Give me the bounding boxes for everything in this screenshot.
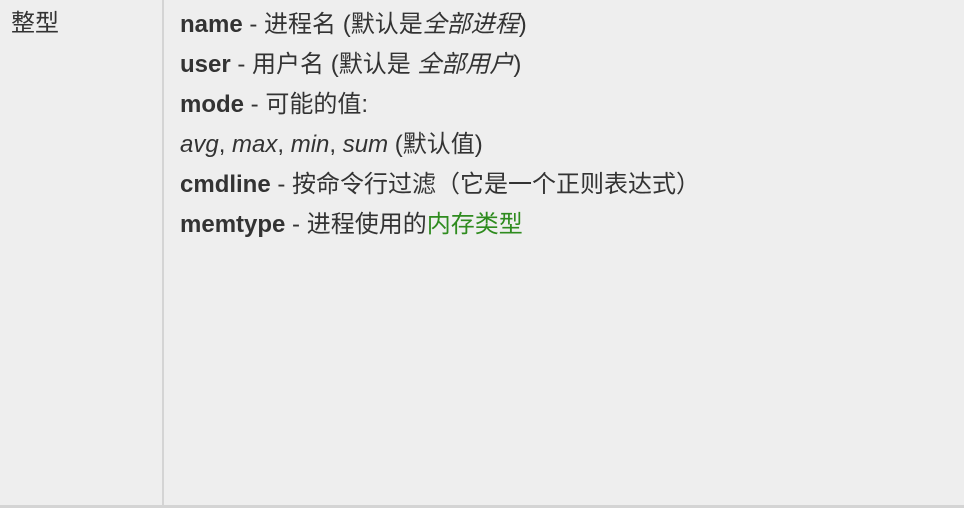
mode-value-sum: sum [342,131,389,158]
param-close-paren: ) [513,51,522,78]
parameters-cell: name - 进程名 (默认是全部进程) user - 用户名 (默认是 全部用… [166,0,964,505]
param-separator: - [230,51,253,78]
mode-value-avg: avg [180,131,219,158]
param-key-cmdline: cmdline [180,171,271,198]
param-cmdline-line: cmdline - 按命令行过滤（它是一个正则表达式） [180,165,700,205]
type-cell: 整型 [0,0,164,505]
param-desc-memtype: 进程使用的 [306,211,427,238]
mode-default-note: (默认值) [388,131,483,158]
param-user-line: user - 用户名 (默认是 全部用户) [180,45,700,85]
param-desc-mode: 可能的值: [265,91,369,118]
parameter-table-row: 整型 name - 进程名 (默认是全部进程) user - 用户名 (默认是 … [0,0,964,508]
param-key-name: name [180,11,243,38]
param-default-user: 全部用户 [417,51,514,78]
param-mode-line: mode - 可能的值: [180,85,700,125]
value-comma: , [277,131,291,158]
memory-type-link[interactable]: 内存类型 [427,211,523,238]
param-key-memtype: memtype [180,211,286,238]
parameter-list: name - 进程名 (默认是全部进程) user - 用户名 (默认是 全部用… [180,5,700,245]
type-label: 整型 [11,10,59,37]
param-close-paren: ) [518,11,527,38]
param-separator: - [244,91,266,118]
value-comma: , [329,131,343,158]
param-key-user: user [180,51,231,78]
param-separator: - [270,171,293,198]
value-comma: , [218,131,233,158]
mode-value-min: min [290,131,330,158]
param-desc-cmdline: 按命令行过滤（它是一个正则表达式） [292,171,701,198]
param-memtype-line: memtype - 进程使用的内存类型 [180,205,700,245]
param-mode-values-line: avg, max, min, sum (默认值) [180,125,700,165]
param-name-line: name - 进程名 (默认是全部进程) [180,5,700,45]
param-key-mode: mode [180,91,245,118]
mode-value-max: max [232,131,278,158]
param-default-name: 全部进程 [422,11,519,38]
param-separator: - [285,211,307,238]
param-desc-name: 进程名 (默认是 [264,11,423,38]
param-desc-user: 用户名 (默认是 [252,51,418,78]
param-separator: - [242,11,265,38]
